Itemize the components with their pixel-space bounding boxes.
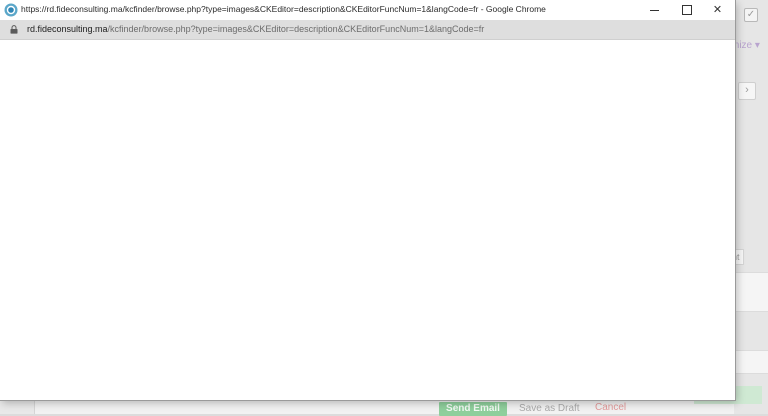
window-title: https://rd.fideconsulting.ma/kcfinder/br…: [21, 4, 546, 14]
address-bar[interactable]: rd.fideconsulting.ma/kcfinder/browse.php…: [0, 20, 735, 40]
url-text[interactable]: rd.fideconsulting.ma/kcfinder/browse.php…: [27, 24, 484, 34]
chevron-right-icon[interactable]: ›: [738, 82, 756, 100]
lock-icon: [10, 25, 18, 34]
save-as-draft-button[interactable]: Save as Draft: [519, 403, 580, 414]
url-host: rd.fideconsulting.ma: [27, 24, 108, 34]
maximize-icon[interactable]: [670, 0, 703, 20]
minimize-icon[interactable]: [638, 0, 671, 20]
checkbox-icon[interactable]: ✓: [744, 8, 758, 22]
url-path: /kcfinder/browse.php?type=images&CKEdito…: [107, 24, 485, 34]
chrome-icon: [4, 3, 18, 17]
close-icon[interactable]: ✕: [701, 0, 734, 20]
cancel-button[interactable]: Cancel: [595, 402, 626, 413]
customize-dropdown[interactable]: mize ▾: [731, 40, 760, 51]
window-title-bar[interactable]: https://rd.fideconsulting.ma/kcfinder/br…: [0, 0, 735, 20]
page-content-blank: [0, 40, 735, 400]
browser-popup-window: https://rd.fideconsulting.ma/kcfinder/br…: [0, 0, 735, 400]
